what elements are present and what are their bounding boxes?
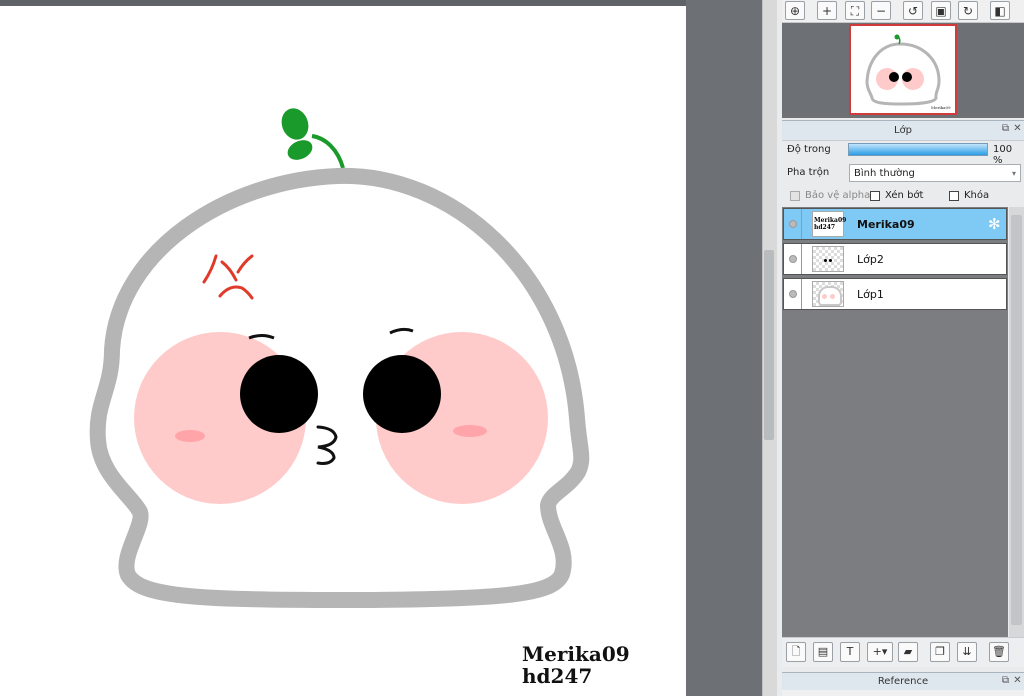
opacity-value: 100 % (993, 144, 1013, 166)
fit-screen-icon[interactable]: ⛶ (845, 1, 865, 20)
mochi-illustration (89, 108, 590, 608)
layer-row-merika09[interactable]: Merika09 hd247 Merika09 ✻ (783, 208, 1007, 240)
layer-thumbnail (812, 281, 844, 307)
protect-alpha-label: Bảo vệ alpha (805, 190, 871, 201)
blend-mode-value: Bình thường (854, 168, 915, 179)
signature-line-1: Merika09 (522, 642, 630, 666)
clip-label: Xén bớt (885, 190, 924, 201)
reference-panel-header: Reference ⧉ ✕ (782, 672, 1024, 691)
blend-mode-select[interactable]: Bình thường ▾ (849, 164, 1021, 182)
rotate-left-icon[interactable]: ↺ (903, 1, 923, 20)
right-eye (363, 355, 441, 433)
row-divider (801, 209, 802, 239)
reference-toolbar (782, 690, 1024, 696)
left-blush (175, 430, 205, 442)
sprout-leaf-top (281, 108, 309, 140)
layer-panel-title: Lớp (893, 125, 913, 136)
signature-line-2: hd247 (522, 664, 593, 688)
clip-checkbox[interactable] (870, 191, 880, 201)
row-divider (801, 279, 802, 309)
blend-label: Pha trộn (787, 167, 830, 178)
close-icon[interactable]: ✕ (1012, 675, 1023, 686)
layer-toolbar: 🗋 ▤ T +▾ ▰ ❐ ⇊ 🗑 (782, 637, 1024, 667)
opacity-slider[interactable] (848, 143, 988, 156)
layer-name: Lớp2 (857, 253, 884, 266)
navigator-preview[interactable]: Merika09 (849, 24, 957, 115)
layer-thumbnail: Merika09 hd247 (812, 211, 847, 237)
layer-name: Lớp1 (857, 288, 884, 301)
chevron-down-icon: ▾ (1011, 169, 1016, 178)
new-raster-icon[interactable]: ▤ (813, 642, 833, 662)
layers-scrollbar-thumb[interactable] (1011, 215, 1022, 625)
navigator-toolbar: ⊕ + ⛶ − ↺ ▣ ↻ ◧ (782, 0, 1024, 23)
right-blush (453, 425, 487, 437)
zoom-out-icon[interactable]: − (871, 1, 891, 20)
close-icon[interactable]: ✕ (1012, 123, 1023, 134)
reference-panel-title: Reference (877, 676, 929, 687)
add-dropdown-icon[interactable]: +▾ (867, 642, 893, 662)
svg-text:Merika09: Merika09 (931, 105, 951, 110)
layer-row-lop2[interactable]: Lớp2 (783, 243, 1007, 275)
rotate-right-icon[interactable]: ↻ (958, 1, 978, 20)
thumbnail-text-1: Merika09 (814, 217, 847, 224)
layer-thumbnail (812, 246, 844, 272)
actual-size-icon[interactable]: ▣ (931, 1, 951, 20)
visibility-icon[interactable] (789, 220, 797, 228)
sprout-stem (311, 134, 345, 169)
row-divider (801, 244, 802, 274)
popout-icon[interactable]: ⧉ (1000, 675, 1011, 686)
folder-icon[interactable]: ▰ (898, 642, 918, 662)
layer-name: Merika09 (857, 218, 915, 231)
flip-icon[interactable]: ◧ (990, 1, 1010, 20)
duplicate-icon[interactable]: ❐ (930, 642, 950, 662)
protect-alpha-checkbox[interactable] (790, 191, 800, 201)
thumbnail-text-2: hd247 (814, 224, 836, 231)
opacity-label: Độ trong (787, 144, 831, 155)
artboard[interactable]: Merika09 hd247 (0, 6, 686, 696)
new-layer-icon[interactable]: 🗋 (786, 642, 806, 662)
left-eye (240, 355, 318, 433)
canvas-scrollbar-thumb[interactable] (764, 250, 774, 440)
lock-label: Khóa (964, 190, 990, 201)
visibility-icon[interactable] (789, 255, 797, 263)
merge-icon[interactable]: ⇊ (957, 642, 977, 662)
popout-icon[interactable]: ⧉ (1000, 123, 1011, 134)
new-text-icon[interactable]: T (840, 642, 860, 662)
visibility-icon[interactable] (789, 290, 797, 298)
delete-icon[interactable]: 🗑 (989, 642, 1009, 662)
gear-icon[interactable]: ✻ (988, 215, 1001, 233)
zoom-in-icon[interactable]: + (817, 1, 837, 20)
layer-row-lop1[interactable]: Lớp1 (783, 278, 1007, 310)
sprout-leaf-bottom (287, 140, 313, 160)
layer-panel-header: Lớp ⧉ ✕ (782, 120, 1024, 141)
signature: Merika09 hd247 (522, 643, 630, 687)
zoom-fit-icon[interactable]: ⊕ (785, 1, 805, 20)
lock-checkbox[interactable] (949, 191, 959, 201)
